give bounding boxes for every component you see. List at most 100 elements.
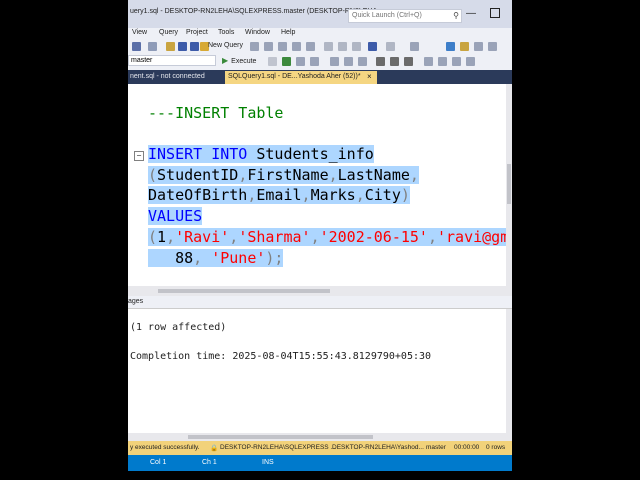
execute-button[interactable]: ▶ Execute	[222, 56, 256, 65]
column-name: City	[364, 186, 401, 204]
maximize-icon[interactable]	[490, 8, 500, 18]
uncomment-icon[interactable]	[438, 57, 447, 66]
new-query-button[interactable]: New Query	[208, 42, 243, 49]
collapse-icon[interactable]: −	[134, 151, 144, 161]
completion-time-message: Completion time: 2025-08-04T15:55:43.812…	[130, 351, 432, 362]
sql-editor-toolbar: master ▶ Execute	[128, 54, 512, 68]
code-punct: ,	[409, 166, 419, 184]
back-icon[interactable]	[132, 42, 141, 51]
status-char: Ch 1	[202, 459, 217, 466]
analysis-query-icon[interactable]	[264, 42, 273, 51]
code-punct: ,	[229, 228, 239, 246]
menu-project[interactable]: Project	[186, 29, 208, 36]
status-column: Col 1	[150, 459, 167, 466]
app-status-bar: Col 1 Ch 1 INS	[128, 455, 512, 471]
menu-view[interactable]: View	[132, 29, 147, 36]
save-icon[interactable]	[178, 42, 187, 51]
code-punct: ,	[193, 249, 203, 267]
editor-vertical-scroll-thumb[interactable]	[507, 164, 511, 204]
quick-launch-input[interactable]: Quick Launch (Ctrl+Q) ⚲	[348, 9, 462, 23]
column-name: Marks	[310, 186, 356, 204]
minimize-icon[interactable]: —	[466, 8, 476, 19]
editor-horizontal-scroll-thumb[interactable]	[158, 289, 330, 293]
tab-document-1[interactable]: nent.sql - not connected	[128, 71, 223, 84]
copy-icon[interactable]	[338, 42, 347, 51]
value-literal: 88	[175, 249, 194, 267]
menu-help[interactable]: Help	[281, 29, 295, 36]
string-literal: 'ravi@gma	[437, 228, 512, 246]
dmx-query-icon[interactable]	[292, 42, 301, 51]
results-to-grid-icon[interactable]	[390, 57, 399, 66]
standard-toolbar: New Query	[128, 40, 512, 54]
messages-pane: (1 row affected) Completion time: 2025-0…	[128, 309, 512, 441]
redo-icon[interactable]	[386, 42, 395, 51]
tab-label: SQLQuery1.sql - DE...Yashoda Aher (52))*	[228, 73, 361, 80]
code-punct: ,	[355, 186, 365, 204]
database-select-value: master	[131, 57, 153, 64]
plan-icon[interactable]	[296, 57, 305, 66]
keyword: INTO	[211, 145, 248, 163]
mdx-query-icon[interactable]	[278, 42, 287, 51]
cut-icon[interactable]	[324, 42, 333, 51]
xmla-query-icon[interactable]	[306, 42, 315, 51]
outdent-icon[interactable]	[452, 57, 461, 66]
indent-icon[interactable]	[466, 57, 475, 66]
paste-icon[interactable]	[352, 42, 361, 51]
forward-icon[interactable]	[148, 42, 157, 51]
db-query-icon[interactable]	[250, 42, 259, 51]
live-stats-icon[interactable]	[344, 57, 353, 66]
keyword: INSERT	[148, 145, 203, 163]
string-literal: 'Pune'	[211, 249, 266, 267]
results-tab-strip: ages	[128, 296, 512, 309]
toolbox-icon[interactable]	[474, 42, 483, 51]
keyword: VALUES	[148, 207, 203, 225]
menu-query[interactable]: Query	[159, 29, 178, 36]
quick-launch-placeholder: Quick Launch (Ctrl+Q)	[352, 12, 422, 19]
results-to-file-icon[interactable]	[404, 57, 413, 66]
status-message: y executed successfully.	[130, 444, 200, 451]
status-user: DESKTOP-RN2LEHA\Yashod...	[332, 444, 424, 451]
menu-bar: View Query Project Tools Window Help	[128, 28, 512, 40]
debug-icon[interactable]	[268, 57, 277, 66]
comment-icon[interactable]	[424, 57, 433, 66]
code-punct: ,	[166, 228, 176, 246]
menu-tools[interactable]: Tools	[218, 29, 234, 36]
execute-label: Execute	[231, 58, 257, 65]
intellisense-icon[interactable]	[310, 57, 319, 66]
tab-sqlquery1[interactable]: SQLQuery1.sql - DE...Yashoda Aher (52))*…	[225, 71, 377, 84]
results-to-text-icon[interactable]	[376, 57, 385, 66]
value-literal: 1	[157, 228, 167, 246]
table-name: Students_info	[256, 145, 374, 163]
string-literal: 'Sharma'	[238, 228, 311, 246]
tab-messages[interactable]: ages	[128, 298, 143, 305]
column-name: FirstName	[247, 166, 329, 184]
database-select[interactable]: master	[128, 55, 216, 66]
ssms-window: uery1.sql - DESKTOP-RN2LEHA\SQLEXPRESS.m…	[128, 0, 512, 480]
status-server: DESKTOP-RN2LEHA\SQLEXPRESS ...	[220, 444, 336, 451]
client-stats-icon[interactable]	[358, 57, 367, 66]
object-explorer-icon[interactable]	[446, 42, 455, 51]
parse-icon[interactable]	[282, 57, 291, 66]
undo-icon[interactable]	[368, 42, 377, 51]
layout-icon[interactable]	[410, 42, 419, 51]
close-tab-icon[interactable]: ×	[367, 72, 372, 81]
column-name: LastName	[337, 166, 410, 184]
menu-window[interactable]: Window	[245, 29, 270, 36]
properties-icon[interactable]	[460, 42, 469, 51]
include-plan-icon[interactable]	[330, 57, 339, 66]
open-file-icon[interactable]	[166, 42, 175, 51]
code-comment: ---INSERT Table	[148, 104, 284, 122]
tab-label: nent.sql - not connected	[130, 73, 205, 80]
results-horizontal-scroll-thumb[interactable]	[188, 435, 373, 439]
code-punct: (	[148, 228, 158, 246]
status-mode: INS	[262, 459, 274, 466]
search-icon: ⚲	[453, 11, 459, 20]
status-database: master	[426, 444, 446, 451]
save-all-icon[interactable]	[190, 42, 199, 51]
window-title: uery1.sql - DESKTOP-RN2LEHA\SQLEXPRESS.m…	[130, 8, 383, 15]
bottom-bar	[128, 471, 512, 480]
results-vertical-scrollbar[interactable]	[506, 309, 512, 433]
template-icon[interactable]	[488, 42, 497, 51]
query-editor[interactable]: ---INSERT Table − INSERT INTO Students_i…	[128, 84, 512, 296]
rows-affected-message: (1 row affected)	[130, 322, 227, 333]
